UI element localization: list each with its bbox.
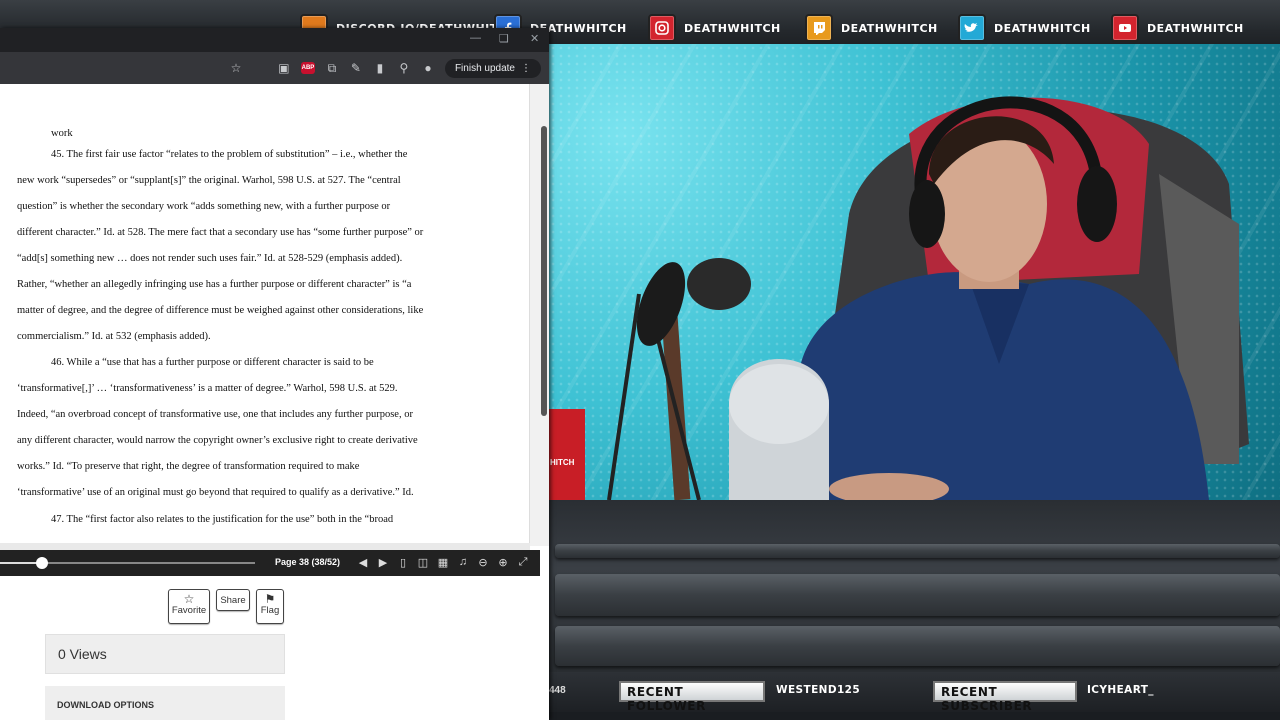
viewer-icons: ◀ ▶ ▯ ◫ ▦ ♫ ⊖ ⊕ ⤢	[356, 555, 530, 569]
document-line: 47. The “first factor also relates to th…	[51, 514, 394, 525]
item-details: ☆ Favorite Share ⚑ Flag 0 Views DOWNLOAD…	[0, 576, 540, 720]
youtube-icon	[1111, 14, 1139, 42]
social-instagram: DEATHWHITCH	[648, 13, 781, 43]
zoom-out-icon[interactable]: ⊖	[476, 555, 490, 569]
document-line: work	[51, 128, 73, 139]
favorite-label: Favorite	[171, 605, 207, 616]
recent-subscriber-label: RECENT SUBSCRIBER	[933, 681, 1077, 713]
document-line: matter of degree, and the degree of diff…	[17, 305, 424, 316]
twitter-icon	[958, 14, 986, 42]
document-line: 46. While a “use that has a further purp…	[51, 357, 374, 368]
share-label: Share	[220, 595, 246, 606]
close-icon[interactable]: ✕	[530, 32, 539, 45]
social-twitch: DEATHWHITCH	[805, 13, 938, 43]
recent-subscriber-value: ICYHEART_	[1087, 684, 1154, 696]
document-vertical-scrollbar[interactable]	[530, 84, 549, 546]
document-line: any different character, would narrow th…	[17, 435, 418, 446]
extension-icon[interactable]: ▣	[277, 61, 291, 75]
finish-update-label: Finish update	[454, 62, 515, 74]
twitter-handle: DEATHWHITCH	[994, 21, 1091, 35]
translate-icon[interactable]: ⧉	[325, 61, 339, 75]
document-line: ‘transformative[,]’ … ‘transformativenes…	[17, 383, 398, 394]
browser-toolbar: ☆ ▣ ABP ⧉ ✎ ▮ ⚲ ● Finish update ⋮	[0, 52, 549, 84]
thumbnails-icon[interactable]: ▦	[436, 555, 450, 569]
flag-icon: ⚑	[264, 592, 276, 606]
desk-shelf	[555, 574, 1280, 616]
puzzle-icon[interactable]: ✎	[349, 61, 363, 75]
webcam-feed: HITCH	[549, 44, 1280, 500]
twitch-icon	[805, 14, 833, 42]
flag-label: Flag	[260, 605, 280, 616]
document-line: different character.” Id. at 528. The me…	[17, 227, 424, 238]
star-icon[interactable]: ☆	[229, 61, 243, 75]
social-twitter: DEATHWHITCH	[958, 13, 1091, 43]
page-slider[interactable]	[0, 557, 255, 569]
document-page: work 45. The first fair use factor “relat…	[0, 84, 530, 546]
flag-button[interactable]: ⚑ Flag	[256, 589, 284, 624]
menu-icon: ⋮	[521, 62, 531, 74]
finish-update-button[interactable]: Finish update ⋮	[444, 58, 541, 78]
instagram-handle: DEATHWHITCH	[684, 21, 781, 35]
document-line: new work “supersedes” or “supplant[s]” t…	[17, 175, 401, 186]
twitch-handle: DEATHWHITCH	[841, 21, 938, 35]
star-icon: ☆	[183, 592, 195, 606]
fullscreen-icon[interactable]: ⤢	[516, 555, 530, 569]
document-line: commercialism.” Id. at 532 (emphasis add…	[17, 331, 211, 342]
recent-follower-label: RECENT FOLLOWER	[619, 681, 765, 713]
single-page-icon[interactable]: ▯	[396, 555, 410, 569]
document-line: Rather, “whether an allegedly infringing…	[17, 279, 412, 290]
ticker-text: 448	[549, 685, 566, 696]
zoom-in-icon[interactable]: ⊕	[496, 555, 510, 569]
document-line: Indeed, “an overbroad concept of transfo…	[17, 409, 413, 420]
youtube-handle: DEATHWHITCH	[1147, 21, 1244, 35]
adblock-icon[interactable]: ABP	[300, 62, 315, 74]
share-button[interactable]: Share	[216, 589, 250, 611]
maximize-icon[interactable]: ❑	[499, 32, 509, 45]
instagram-icon	[648, 14, 676, 42]
document-line: 45. The first fair use factor “relates t…	[51, 149, 408, 160]
overlay-desk	[549, 500, 1280, 672]
audio-icon[interactable]: ♫	[456, 555, 470, 569]
desk-shelf	[555, 544, 1280, 558]
two-page-icon[interactable]: ◫	[416, 555, 430, 569]
views-count: 0 Views	[45, 634, 285, 674]
download-options-header[interactable]: DOWNLOAD OPTIONS	[45, 686, 285, 720]
next-page-icon[interactable]: ▶	[376, 555, 390, 569]
social-youtube: DEATHWHITCH	[1111, 13, 1244, 43]
document-line: ‘transformative’ use of an original must…	[17, 487, 414, 498]
prev-page-icon[interactable]: ◀	[356, 555, 370, 569]
document-line: question” is whether the secondary work …	[17, 201, 391, 212]
cast-icon[interactable]: ▮	[373, 61, 387, 75]
scroll-thumb[interactable]	[541, 126, 547, 416]
page-indicator: Page 38 (38/52)	[275, 557, 341, 567]
profile-icon[interactable]: ●	[421, 61, 435, 75]
recent-follower-value: WESTEND125	[776, 684, 861, 696]
desk-shelf	[555, 626, 1280, 666]
mug-text: HITCH	[550, 458, 575, 467]
document-line: works.” Id. “To preserve that right, the…	[17, 461, 360, 472]
browser-titlebar: — ❑ ✕	[0, 28, 549, 52]
viewer-toolbar: Page 38 (38/52) ◀ ▶ ▯ ◫ ▦ ♫ ⊖ ⊕ ⤢	[0, 550, 540, 576]
favorite-button[interactable]: ☆ Favorite	[168, 589, 210, 624]
minimize-icon[interactable]: —	[470, 32, 481, 44]
search-icon[interactable]: ⚲	[397, 61, 411, 75]
document-line: “add[s] something new … does not render …	[17, 253, 403, 264]
page-slider-knob[interactable]	[36, 557, 48, 569]
